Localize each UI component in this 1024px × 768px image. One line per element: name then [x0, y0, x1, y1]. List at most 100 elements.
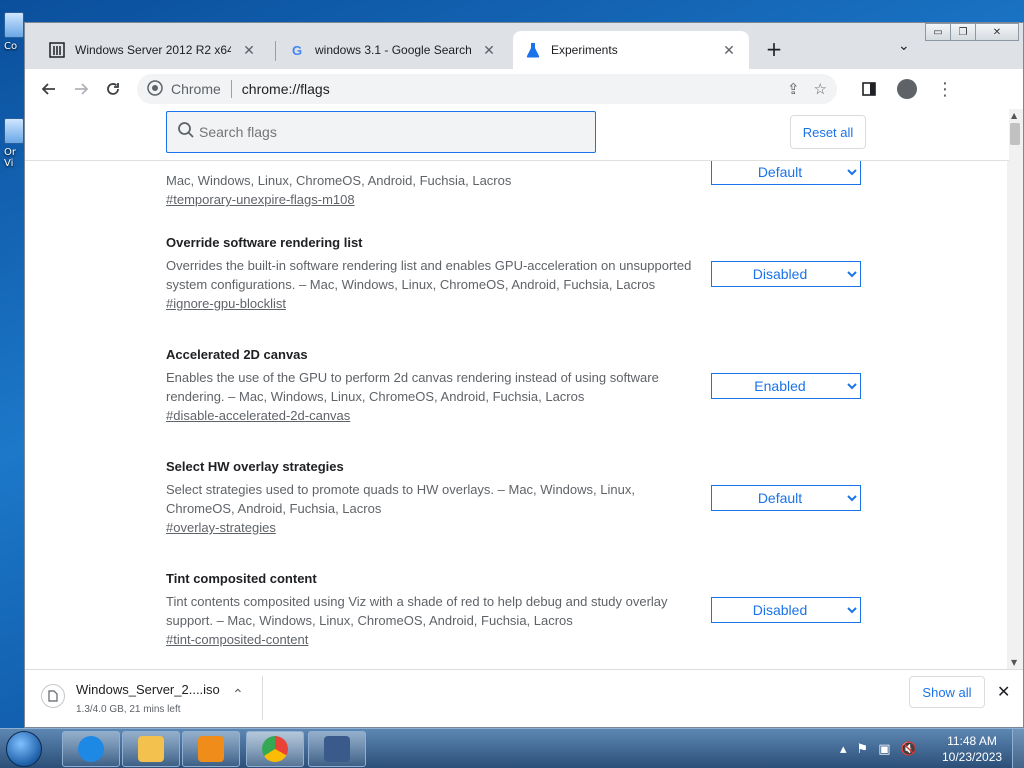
new-tab-button[interactable]: +	[762, 37, 786, 61]
close-tab-icon[interactable]: ✕	[481, 42, 497, 59]
side-panel-icon	[862, 82, 876, 96]
flag-description: Mac, Windows, Linux, ChromeOS, Android, …	[166, 173, 512, 188]
minimize-button[interactable]: ▭	[925, 23, 951, 41]
back-button[interactable]	[33, 73, 65, 105]
download-file-name[interactable]: Windows_Server_2....iso	[76, 682, 220, 697]
action-center-flag-icon[interactable]: ⚑	[857, 742, 869, 757]
tab-search-chevron-icon[interactable]: ⌄	[898, 38, 910, 54]
network-icon[interactable]: ▣	[878, 742, 890, 757]
flag-select-hw-overlay: Select HW overlay strategies Select stra…	[166, 459, 866, 537]
download-file-icon	[41, 684, 65, 708]
scrollbar-thumb[interactable]	[1010, 123, 1020, 145]
tab-strip: Windows Server 2012 R2 x64.iso ✕ G windo…	[25, 23, 1023, 69]
flag-anchor-link[interactable]: #temporary-unexpire-flags-m108	[166, 192, 355, 207]
forward-arrow-icon	[75, 83, 89, 95]
tab-separator	[275, 41, 276, 61]
clock-date: 10/23/2023	[942, 750, 1003, 764]
tab-google-search[interactable]: G windows 3.1 - Google Search ✕	[277, 31, 509, 69]
flag-state-select[interactable]: Disabled	[711, 261, 861, 287]
flag-description: Overrides the built-in software renderin…	[166, 258, 692, 292]
forward-button[interactable]	[65, 73, 97, 105]
chrome-logo-icon	[147, 79, 163, 99]
media-player-icon	[198, 736, 224, 762]
profile-button[interactable]	[891, 73, 923, 105]
back-arrow-icon	[41, 83, 55, 95]
page-scrollbar[interactable]: ▲ ▼	[1007, 109, 1023, 669]
download-status: 1.3/4.0 GB, 21 mins left	[76, 704, 181, 715]
side-panel-button[interactable]	[853, 73, 885, 105]
taskbar: ▴ ⚑ ▣ 🔇 11:48 AM 10/23/2023	[0, 728, 1024, 768]
flag-title: Select HW overlay strategies	[166, 459, 344, 474]
desktop-icon-label: Co	[4, 41, 18, 52]
tab-windows-server-iso[interactable]: Windows Server 2012 R2 x64.iso ✕	[37, 31, 269, 69]
flag-anchor-link[interactable]: #disable-accelerated-2d-canvas	[166, 408, 350, 423]
desktop-icon-shortcut[interactable]: Or Vi	[4, 118, 24, 169]
flag-anchor-link[interactable]: #overlay-strategies	[166, 520, 276, 535]
chrome-window: Windows Server 2012 R2 x64.iso ✕ G windo…	[24, 22, 1024, 728]
close-shelf-icon[interactable]: ✕	[997, 682, 1010, 702]
tab-title: Experiments	[551, 43, 618, 57]
flags-page: Reset all Mac, Windows, Linux, ChromeOS,…	[25, 109, 1009, 669]
desktop-icon-label: Or Vi	[4, 147, 16, 169]
flag-state-select[interactable]: Enabled	[711, 373, 861, 399]
search-flags-input[interactable]	[199, 124, 579, 140]
omnibox-divider	[230, 80, 232, 98]
flag-state-select[interactable]: Default	[711, 159, 861, 185]
share-icon[interactable]: ⇪	[787, 80, 800, 98]
shelf-divider	[262, 676, 263, 720]
taskbar-clock[interactable]: 11:48 AM 10/23/2023	[942, 733, 1002, 765]
close-tab-icon[interactable]: ✕	[721, 42, 737, 59]
flask-icon	[525, 42, 541, 58]
scroll-up-icon[interactable]: ▲	[1011, 111, 1017, 120]
internet-explorer-icon	[78, 736, 104, 762]
shortcut-icon	[4, 118, 24, 144]
flags-search-box[interactable]	[166, 111, 596, 153]
flag-tint-composited: Tint composited content Tint contents co…	[166, 571, 866, 649]
flag-title: Override software rendering list	[166, 235, 363, 250]
flag-description: Select strategies used to promote quads …	[166, 482, 635, 516]
reload-button[interactable]	[97, 73, 129, 105]
menu-kebab-icon[interactable]: ⋮	[929, 73, 961, 105]
taskbar-virtualbox[interactable]	[308, 731, 366, 767]
flag-accelerated-2d-canvas: Accelerated 2D canvas Enables the use of…	[166, 347, 866, 425]
close-tab-icon[interactable]: ✕	[241, 42, 257, 59]
volume-muted-icon[interactable]: 🔇	[900, 742, 916, 757]
avatar	[897, 79, 917, 99]
chevron-up-icon[interactable]: ⌃	[232, 686, 244, 703]
url-text[interactable]: chrome://flags	[242, 81, 330, 97]
reset-all-button[interactable]: Reset all	[790, 115, 866, 149]
close-window-button[interactable]: ✕	[975, 23, 1019, 41]
bookmark-star-icon[interactable]: ☆	[814, 80, 827, 98]
google-icon: G	[291, 42, 303, 58]
tab-title: Windows Server 2012 R2 x64.iso	[75, 43, 231, 57]
flag-state-select[interactable]: Default	[711, 485, 861, 511]
tab-title: windows 3.1 - Google Search	[315, 43, 471, 57]
taskbar-file-explorer[interactable]	[122, 731, 180, 767]
tray-expand-icon[interactable]: ▴	[840, 742, 847, 757]
flag-anchor-link[interactable]: #ignore-gpu-blocklist	[166, 296, 286, 311]
flag-description: Tint contents composited using Viz with …	[166, 594, 668, 628]
virtualbox-icon	[324, 736, 350, 762]
flag-description: Enables the use of the GPU to perform 2d…	[166, 370, 659, 404]
window-controls: ▭ ❐ ✕	[925, 23, 1019, 41]
reload-icon	[107, 83, 119, 95]
clock-time: 11:48 AM	[947, 734, 997, 748]
flag-state-select[interactable]: Disabled	[711, 597, 861, 623]
site-chip: Chrome	[171, 81, 221, 97]
show-all-button[interactable]: Show all	[909, 676, 985, 708]
taskbar-internet-explorer[interactable]	[62, 731, 120, 767]
taskbar-media-player[interactable]	[182, 731, 240, 767]
taskbar-chrome[interactable]	[246, 731, 304, 767]
file-explorer-icon	[138, 736, 164, 762]
chrome-icon	[262, 736, 288, 762]
desktop-icon-computer[interactable]: Co	[4, 12, 24, 52]
maximize-button[interactable]: ❐	[950, 23, 976, 41]
show-desktop-button[interactable]	[1012, 729, 1024, 768]
tab-experiments[interactable]: Experiments ✕	[513, 31, 749, 69]
archive-icon	[49, 42, 65, 58]
flag-override-software-rendering: Override software rendering list Overrid…	[166, 235, 866, 313]
flag-anchor-link[interactable]: #tint-composited-content	[166, 632, 308, 647]
scroll-down-icon[interactable]: ▼	[1011, 658, 1017, 667]
start-button[interactable]	[6, 731, 42, 767]
address-bar[interactable]: Chrome chrome://flags ⇪ ☆	[137, 74, 837, 104]
